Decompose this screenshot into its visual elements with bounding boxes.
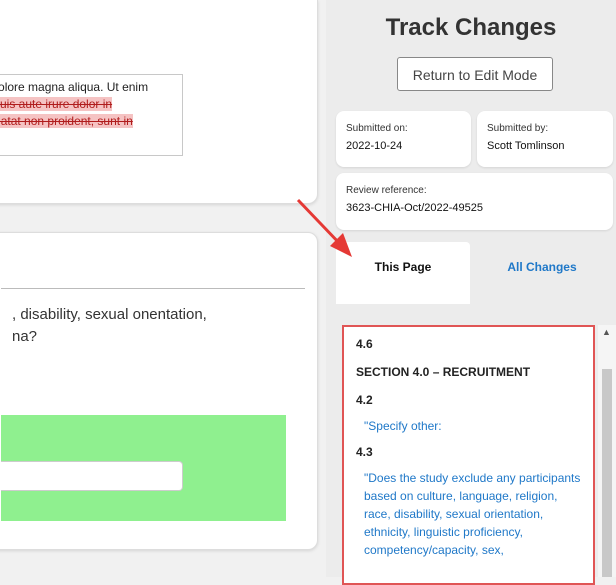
deleted-text: upidatat non proident, sunt in xyxy=(0,114,133,128)
submitted-on-value: 2022-10-24 xyxy=(346,140,403,152)
question-text: , disability, sexual onentation, na? xyxy=(12,304,207,348)
form-card-question: , disability, sexual onentation, na? xyxy=(0,232,318,550)
answer-input[interactable] xyxy=(1,461,183,491)
change-heading[interactable]: 4.2 xyxy=(344,391,593,409)
question-line-2: na? xyxy=(12,328,38,345)
return-to-edit-mode-button[interactable]: Return to Edit Mode xyxy=(397,57,553,91)
form-card-top: et dolore magna aliqua. Ut enim at Duis … xyxy=(0,0,318,204)
scrollbar-thumb[interactable] xyxy=(602,369,612,577)
changes-list: 4.6 SECTION 4.0 – RECRUITMENT 4.2 "Speci… xyxy=(342,325,595,585)
text-normal: et dolore magna aliqua. Ut enim xyxy=(0,80,149,94)
submitted-by-card: Submitted by: Scott Tomlinson xyxy=(477,111,613,167)
tab-all-changes[interactable]: All Changes xyxy=(474,242,610,304)
review-reference-label: Review reference: xyxy=(346,185,427,196)
form-area: et dolore magna aliqua. Ut enim at Duis … xyxy=(0,0,326,577)
scroll-up-icon[interactable]: ▲ xyxy=(602,327,611,337)
change-heading[interactable]: SECTION 4.0 – RECRUITMENT xyxy=(344,363,593,381)
deleted-text: Duis aute irure dolor in xyxy=(0,97,113,111)
track-changes-panel: Track Changes Return to Edit Mode Submit… xyxy=(326,0,616,585)
submitted-on-label: Submitted on: xyxy=(346,123,408,134)
change-link[interactable]: "Does the study exclude any participants… xyxy=(344,469,593,559)
tracked-line-1: et dolore magna aliqua. Ut enim xyxy=(0,79,176,96)
divider xyxy=(1,288,305,289)
review-reference-card: Review reference: 3623-CHIA-Oct/2022-495… xyxy=(336,173,613,230)
tracked-text-box: et dolore magna aliqua. Ut enim at Duis … xyxy=(0,74,183,156)
submitted-by-value: Scott Tomlinson xyxy=(487,140,565,152)
submitted-by-label: Submitted by: xyxy=(487,123,549,134)
submitted-on-card: Submitted on: 2022-10-24 xyxy=(336,111,471,167)
change-heading[interactable]: 4.3 xyxy=(344,443,593,461)
review-reference-value: 3623-CHIA-Oct/2022-49525 xyxy=(346,202,483,214)
change-heading[interactable]: 4.6 xyxy=(344,335,593,353)
tracked-line-3: upidatat non proident, sunt in xyxy=(0,113,176,130)
change-link[interactable]: "Specify other: xyxy=(344,417,593,435)
scrollbar[interactable]: ▲ xyxy=(598,325,616,577)
question-line-1: , disability, sexual onentation, xyxy=(12,306,207,323)
tab-this-page[interactable]: This Page xyxy=(336,242,470,304)
tracked-line-2: at Duis aute irure dolor in xyxy=(0,96,176,113)
panel-title: Track Changes xyxy=(385,14,557,41)
